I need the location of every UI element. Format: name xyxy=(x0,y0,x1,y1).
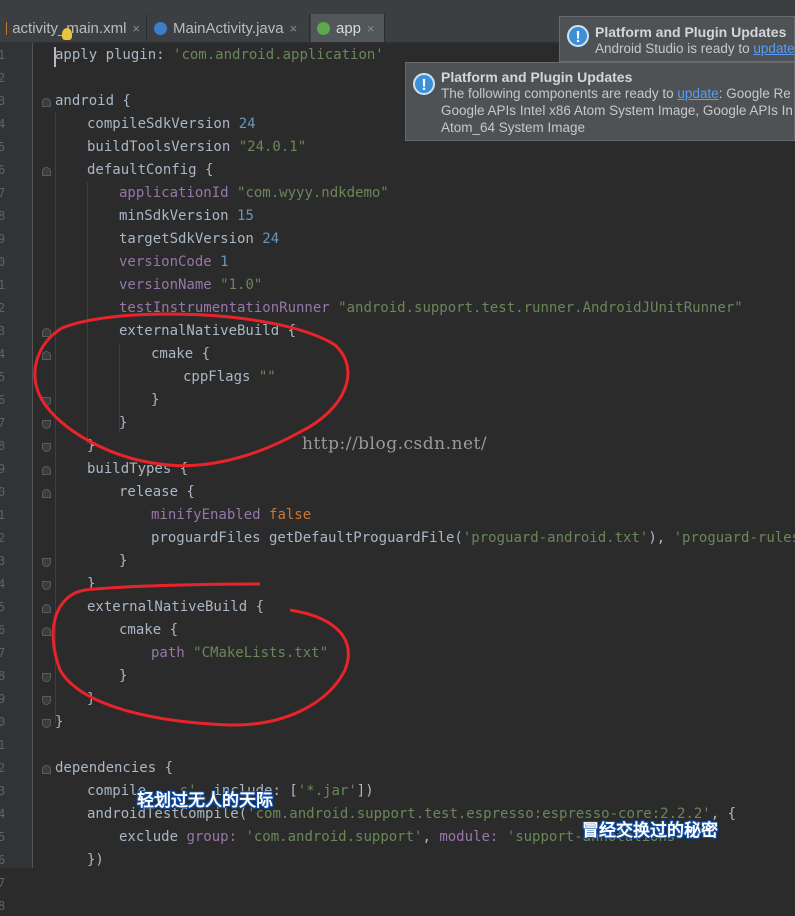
code-line-18: } xyxy=(87,435,95,458)
fold-end-icon[interactable] xyxy=(42,397,51,406)
notification-body: Platform and Plugin Updates The followin… xyxy=(441,69,793,136)
code-line-17: } xyxy=(119,412,127,435)
notification-balloon-2[interactable]: ! Platform and Plugin Updates The follow… xyxy=(405,62,795,141)
fold-collapse-icon[interactable] xyxy=(42,604,51,613)
line-number: 7 xyxy=(0,873,6,893)
fold-collapse-icon[interactable] xyxy=(42,328,51,337)
fold-end-icon[interactable] xyxy=(42,719,51,728)
notification-body: Platform and Plugin Updates Android Stud… xyxy=(595,24,795,57)
indent-guide xyxy=(87,182,88,444)
fold-collapse-icon[interactable] xyxy=(42,167,51,176)
notification-text-line1: The following components are ready to up… xyxy=(441,85,793,102)
fold-collapse-icon[interactable] xyxy=(42,98,51,107)
fold-collapse-icon[interactable] xyxy=(42,489,51,498)
notification-title: Platform and Plugin Updates xyxy=(595,24,795,40)
video-subtitle-2: 冒经交换过的秘密 xyxy=(582,816,718,841)
fold-end-icon[interactable] xyxy=(42,581,51,590)
notification-text-line3: Atom_64 System Image xyxy=(441,119,793,136)
code-line-14: cmake { xyxy=(151,343,210,366)
notification-title: Platform and Plugin Updates xyxy=(441,69,793,85)
code-line-3: android { xyxy=(55,90,131,113)
fold-collapse-icon[interactable] xyxy=(42,627,51,636)
code-line-5: buildToolsVersion "24.0.1" xyxy=(87,136,306,159)
info-icon: ! xyxy=(567,25,589,47)
code-line-11: versionName "1.0" xyxy=(119,274,262,297)
video-subtitle-1: 轻划过无人的天际 xyxy=(137,786,273,811)
code-line-13: externalNativeBuild { xyxy=(119,320,296,343)
code-line-36: }) xyxy=(87,849,104,872)
fold-end-icon[interactable] xyxy=(42,420,51,429)
code-line-26: cmake { xyxy=(119,619,178,642)
code-line-15: cppFlags "" xyxy=(183,366,276,389)
code-line-12: testInstrumentationRunner "android.suppo… xyxy=(119,297,743,320)
code-line-8: minSdkVersion 15 xyxy=(119,205,254,228)
notification-text-line2: Google APIs Intel x86 Atom System Image,… xyxy=(441,102,793,119)
code-line-23: } xyxy=(119,550,127,573)
fold-collapse-icon[interactable] xyxy=(42,351,51,360)
fold-collapse-icon[interactable] xyxy=(42,466,51,475)
code-line-22: proguardFiles getDefaultProguardFile('pr… xyxy=(151,527,795,550)
fold-collapse-icon[interactable] xyxy=(42,765,51,774)
code-line-24: } xyxy=(87,573,95,596)
code-line-9: targetSdkVersion 24 xyxy=(119,228,279,251)
code-line-1: apply plugin: 'com.android.application' xyxy=(55,44,384,67)
code-line-20: release { xyxy=(119,481,195,504)
code-line-4: compileSdkVersion 24 xyxy=(87,113,256,136)
code-line-19: buildTypes { xyxy=(87,458,188,481)
code-line-10: versionCode 1 xyxy=(119,251,229,274)
code-line-27: path "CMakeLists.txt" xyxy=(151,642,328,665)
code-line-29: } xyxy=(87,688,95,711)
fold-end-icon[interactable] xyxy=(42,443,51,452)
code-line-30: } xyxy=(55,711,63,734)
indent-guide xyxy=(55,113,56,723)
fold-end-icon[interactable] xyxy=(42,673,51,682)
line-number: 8 xyxy=(0,896,6,916)
code-line-21: minifyEnabled false xyxy=(151,504,311,527)
code-line-28: } xyxy=(119,665,127,688)
notification-balloon-1[interactable]: ! Platform and Plugin Updates Android St… xyxy=(559,16,795,62)
code-line-25: externalNativeBuild { xyxy=(87,596,264,619)
code-line-16: } xyxy=(151,389,159,412)
code-line-32: dependencies { xyxy=(55,757,173,780)
code-line-6: defaultConfig { xyxy=(87,159,213,182)
fold-end-icon[interactable] xyxy=(42,696,51,705)
code-line-7: applicationId "com.wyyy.ndkdemo" xyxy=(119,182,389,205)
notification-text: Android Studio is ready to update xyxy=(595,40,795,57)
fold-end-icon[interactable] xyxy=(42,558,51,567)
watermark-text: http://blog.csdn.net/ xyxy=(302,434,487,454)
update-link[interactable]: update xyxy=(753,41,794,56)
info-icon: ! xyxy=(413,73,435,95)
update-link[interactable]: update xyxy=(677,86,718,101)
